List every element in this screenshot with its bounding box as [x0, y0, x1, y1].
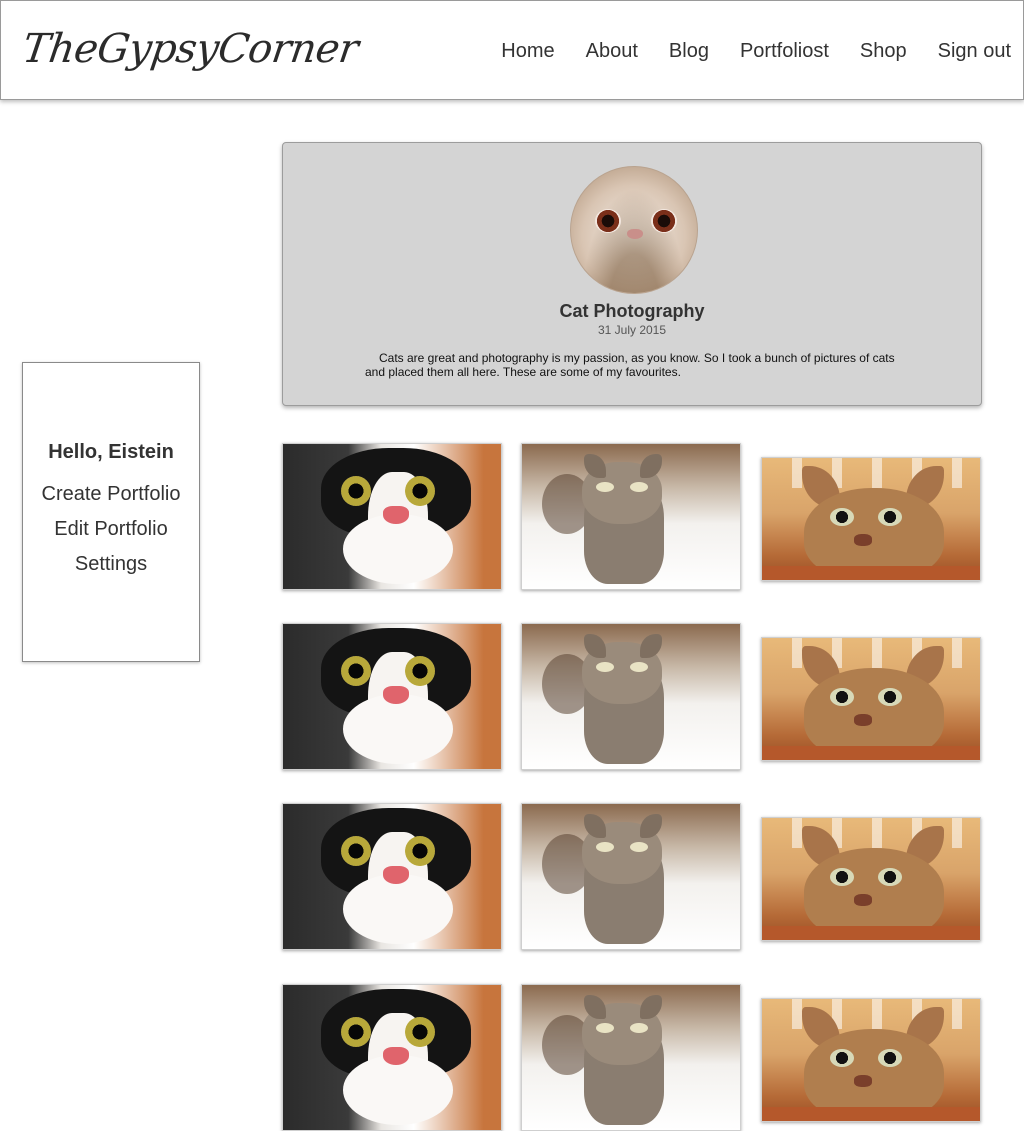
gallery-photo-black-white-cat[interactable] — [282, 443, 502, 590]
nav-home[interactable]: Home — [501, 38, 554, 64]
portfolio-header-card: Cat Photography 31 July 2015 Cats are gr… — [282, 142, 982, 406]
portfolio-description: Cats are great and photography is my pas… — [365, 351, 895, 379]
site-logo[interactable]: TheGypsyCorner — [19, 21, 362, 77]
settings-link[interactable]: Settings — [23, 551, 199, 577]
nav-portfolio[interactable]: Portfoliost — [740, 38, 829, 64]
nav-shop[interactable]: Shop — [860, 38, 907, 64]
portfolio-date: 31 July 2015 — [597, 323, 667, 337]
portfolio-title: Cat Photography — [559, 301, 705, 321]
gallery-photo-tabby-cat-at-table[interactable] — [761, 457, 981, 581]
nav-about[interactable]: About — [586, 38, 638, 64]
portfolio-avatar — [570, 166, 698, 294]
nav-sign-out[interactable]: Sign out — [938, 38, 1011, 64]
edit-portfolio-link[interactable]: Edit Portfolio — [23, 516, 199, 542]
gallery-photo-black-white-cat[interactable] — [282, 984, 502, 1131]
user-sidebar: Hello, Eistein Create Portfolio Edit Por… — [22, 362, 200, 662]
gallery-photo-tabby-cat-on-bed[interactable] — [521, 803, 741, 950]
gallery-photo-tabby-cat-at-table[interactable] — [761, 637, 981, 761]
top-navigation-bar: TheGypsyCorner Home About Blog Portfolio… — [0, 0, 1024, 100]
gallery-photo-black-white-cat[interactable] — [282, 623, 502, 770]
nav-blog[interactable]: Blog — [669, 38, 709, 64]
gallery-photo-tabby-cat-on-bed[interactable] — [521, 443, 741, 590]
user-greeting: Hello, Eistein — [48, 441, 174, 463]
create-portfolio-link[interactable]: Create Portfolio — [23, 481, 199, 507]
gallery-photo-tabby-cat-on-bed[interactable] — [521, 623, 741, 770]
gallery-photo-black-white-cat[interactable] — [282, 803, 502, 950]
gallery-photo-tabby-cat-at-table[interactable] — [761, 817, 981, 941]
main-nav: Home About Blog Portfoliost Shop Sign ou… — [470, 38, 1011, 64]
gallery-photo-tabby-cat-on-bed[interactable] — [521, 984, 741, 1131]
gallery-photo-tabby-cat-at-table[interactable] — [761, 998, 981, 1122]
